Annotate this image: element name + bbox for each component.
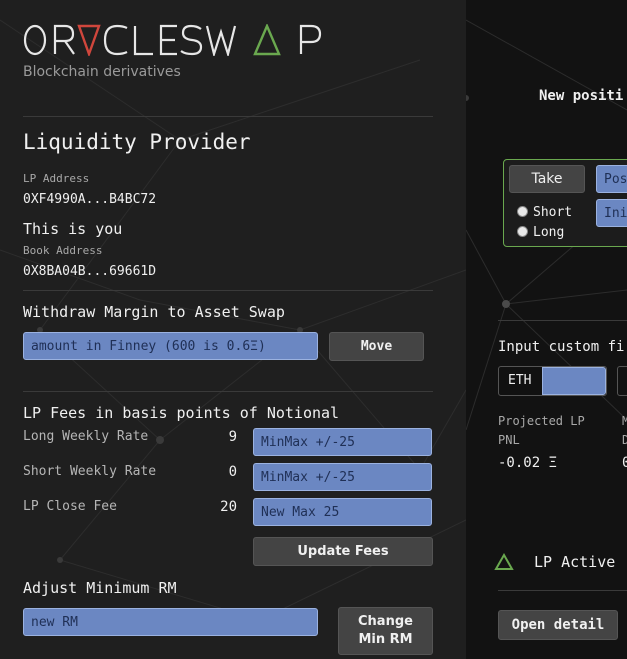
pnl-label: PNL <box>498 433 520 447</box>
book-address: 0X8BA04B...69661D <box>23 264 157 279</box>
divider <box>23 116 433 117</box>
long-label: Long <box>533 225 565 240</box>
initial-margin-input[interactable]: Ini <box>596 199 627 227</box>
move-button[interactable]: Move <box>329 332 424 361</box>
lp-address-label: LP Address <box>23 172 90 185</box>
long-weekly-rate-label: Long Weekly Rate <box>23 429 149 444</box>
change-min-rm-line2: Min RM <box>358 632 413 647</box>
fees-title: LP Fees in basis points of Notional <box>23 404 340 422</box>
withdraw-amount-input[interactable]: amount in Finney (600 is 0.6Ξ) <box>23 332 318 360</box>
lp-active-triangle-icon <box>494 553 514 570</box>
lp-active-label: LP Active <box>534 553 616 571</box>
change-min-rm-line1: Change <box>358 614 413 629</box>
divider <box>23 391 433 392</box>
long-radio[interactable] <box>517 226 528 237</box>
short-weekly-rate-label: Short Weekly Rate <box>23 464 157 479</box>
short-label: Short <box>533 205 573 220</box>
eth-label: ETH <box>508 373 532 388</box>
column2-label-1: M <box>622 414 627 428</box>
divider <box>498 320 627 321</box>
custom-input-title: Input custom fi <box>498 339 625 355</box>
column2-label-2: D <box>622 433 627 447</box>
open-detail-button[interactable]: Open detail <box>498 610 618 640</box>
new-position-title: New positi <box>539 88 624 104</box>
divider <box>23 290 433 291</box>
change-min-rm-button[interactable]: Change Min RM <box>338 607 433 655</box>
projected-lp-label: Projected LP <box>498 414 585 428</box>
withdraw-title: Withdraw Margin to Asset Swap <box>23 303 285 321</box>
long-weekly-rate-input[interactable]: MinMax +/-25 <box>253 428 432 456</box>
new-rm-input[interactable]: new RM <box>23 608 318 636</box>
projected-pnl-value: -0.02 Ξ <box>498 455 558 471</box>
take-button[interactable]: Take <box>509 165 585 193</box>
lp-close-fee-value: 20 <box>220 499 237 515</box>
book-address-label: Book Address <box>23 244 103 257</box>
position-input[interactable]: Pos <box>596 165 627 193</box>
tagline: Blockchain derivatives <box>23 64 181 80</box>
next-field[interactable] <box>617 366 627 396</box>
update-fees-button[interactable]: Update Fees <box>253 537 433 566</box>
oracleswap-logo <box>23 24 322 56</box>
column2-value: 0 <box>622 455 627 471</box>
lp-close-fee-label: LP Close Fee <box>23 499 117 514</box>
long-weekly-rate-value: 9 <box>228 429 237 445</box>
adjust-rm-title: Adjust Minimum RM <box>23 579 177 597</box>
this-is-you-label: This is you <box>23 220 123 238</box>
page-title: Liquidity Provider <box>23 130 251 154</box>
lp-address: 0XF4990A...B4BC72 <box>23 192 157 207</box>
eth-amount-input[interactable] <box>542 367 606 395</box>
divider <box>498 590 627 591</box>
short-radio[interactable] <box>517 206 528 217</box>
lp-close-fee-input[interactable]: New Max 25 <box>253 498 432 526</box>
short-weekly-rate-value: 0 <box>228 464 237 480</box>
short-weekly-rate-input[interactable]: MinMax +/-25 <box>253 463 432 491</box>
